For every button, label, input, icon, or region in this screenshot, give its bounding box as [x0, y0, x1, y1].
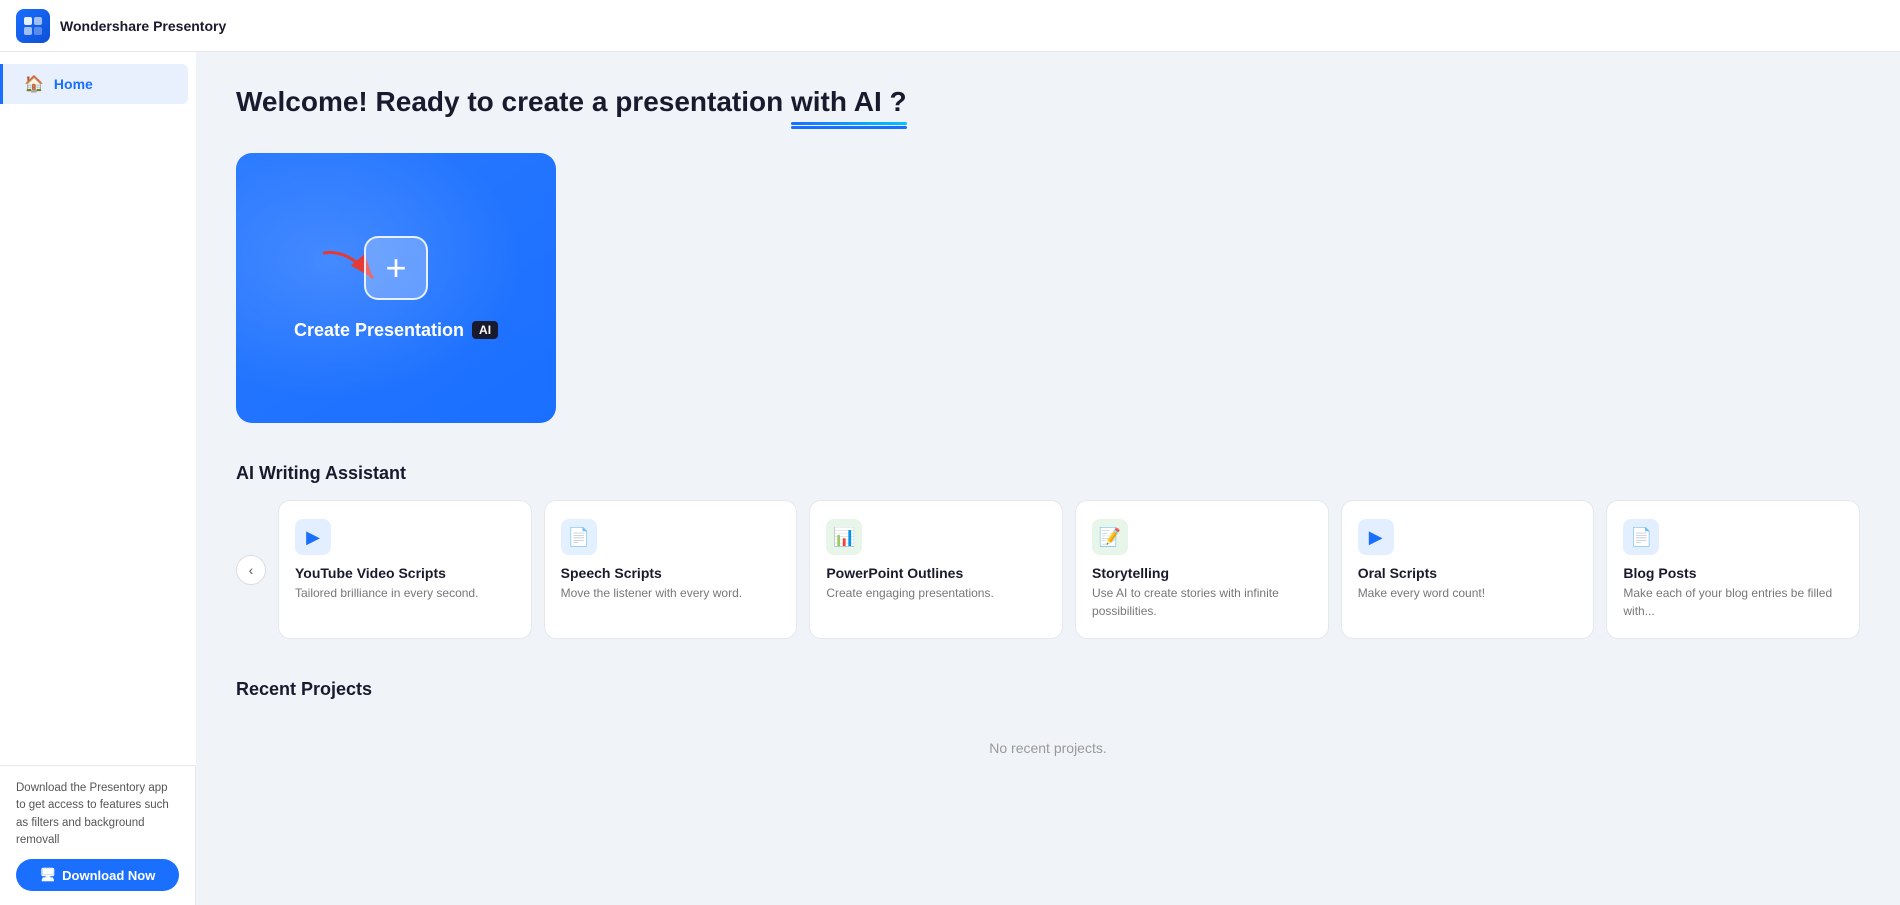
oral-icon: ▶: [1358, 519, 1394, 555]
oral-desc: Make every word count!: [1358, 585, 1578, 602]
speech-desc: Move the listener with every word.: [561, 585, 781, 602]
create-label: Create Presentation AI: [294, 320, 498, 341]
blog-title: Blog Posts: [1623, 565, 1843, 581]
main-layout: 🏠 Home Download the Presentory app to ge…: [0, 52, 1900, 905]
ai-card-ppt[interactable]: 📊 PowerPoint Outlines Create engaging pr…: [809, 500, 1063, 639]
youtube-icon: ▶: [295, 519, 331, 555]
ppt-icon: 📊: [826, 519, 862, 555]
main-content: Welcome! Ready to create a presentation …: [196, 52, 1900, 905]
plus-box: +: [364, 236, 428, 300]
download-promo-text: Download the Presentory app to get acces…: [16, 780, 179, 849]
with-ai-text: with AI ?: [791, 84, 907, 125]
download-label: Download Now: [62, 868, 155, 883]
ai-card-oral[interactable]: ▶ Oral Scripts Make every word count!: [1341, 500, 1595, 639]
blog-desc: Make each of your blog entries be filled…: [1623, 585, 1843, 620]
app-name: Wondershare Presentory: [60, 18, 226, 34]
sidebar-home-label: Home: [54, 76, 93, 92]
ai-cards-list: ▶ YouTube Video Scripts Tailored brillia…: [278, 500, 1860, 639]
ai-cards-wrapper: ‹ ▶ YouTube Video Scripts Tailored brill…: [236, 500, 1860, 639]
create-presentation-card[interactable]: + Create Presentation AI: [236, 153, 556, 423]
prev-arrow-button[interactable]: ‹: [236, 555, 266, 585]
story-icon: 📝: [1092, 519, 1128, 555]
youtube-title: YouTube Video Scripts: [295, 565, 515, 581]
ai-card-speech[interactable]: 📄 Speech Scripts Move the listener with …: [544, 500, 798, 639]
recent-projects-title: Recent Projects: [236, 679, 1860, 700]
ai-underline: [791, 122, 907, 125]
sidebar-item-home[interactable]: 🏠 Home: [0, 64, 188, 104]
page-title: Welcome! Ready to create a presentation …: [236, 84, 1860, 125]
ppt-desc: Create engaging presentations.: [826, 585, 1046, 602]
story-desc: Use AI to create stories with infinite p…: [1092, 585, 1312, 620]
speech-icon: 📄: [561, 519, 597, 555]
welcome-text: Welcome! Ready to create a presentation: [236, 86, 783, 117]
home-icon: 🏠: [24, 74, 44, 94]
ai-writing-title: AI Writing Assistant: [236, 463, 1860, 484]
ppt-title: PowerPoint Outlines: [826, 565, 1046, 581]
oral-title: Oral Scripts: [1358, 565, 1578, 581]
page-header: Welcome! Ready to create a presentation …: [236, 84, 1860, 125]
story-title: Storytelling: [1092, 565, 1312, 581]
blog-icon: 📄: [1623, 519, 1659, 555]
ai-card-story[interactable]: 📝 Storytelling Use AI to create stories …: [1075, 500, 1329, 639]
sidebar: 🏠 Home: [0, 52, 196, 765]
youtube-desc: Tailored brilliance in every second.: [295, 585, 515, 602]
app-logo: [16, 9, 50, 43]
top-bar: Wondershare Presentory: [0, 0, 1900, 52]
no-recent-text: No recent projects.: [236, 740, 1860, 756]
recent-projects-section: Recent Projects No recent projects.: [236, 679, 1860, 756]
ai-badge: AI: [472, 321, 498, 339]
download-now-button[interactable]: 🖥 Download Now: [16, 859, 179, 891]
ai-writing-section: AI Writing Assistant ‹ ▶ YouTube Video S…: [236, 463, 1860, 639]
ai-card-blog[interactable]: 📄 Blog Posts Make each of your blog entr…: [1606, 500, 1860, 639]
ai-card-youtube[interactable]: ▶ YouTube Video Scripts Tailored brillia…: [278, 500, 532, 639]
monitor-icon: 🖥: [40, 867, 57, 883]
speech-title: Speech Scripts: [561, 565, 781, 581]
